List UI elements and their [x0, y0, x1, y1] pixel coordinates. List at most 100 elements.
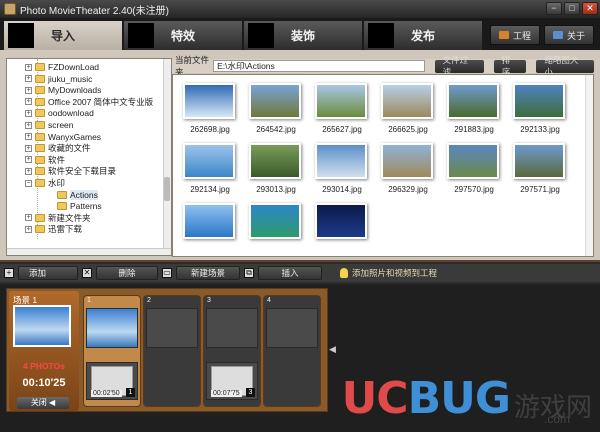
thumb-size-button[interactable]: 缩略图大小: [536, 55, 594, 77]
tree-hscrollbar[interactable]: [7, 248, 171, 255]
tree-item[interactable]: + jiuku_music: [25, 73, 92, 85]
grid-scrollbar[interactable]: [585, 75, 593, 256]
tree-item-label: Actions: [70, 189, 98, 200]
tree-scrollbar[interactable]: [163, 59, 171, 255]
photo-image: [513, 83, 565, 119]
storyboard: 场景 1 4 PHOTOs 00:10'25 关闭 ◀ 1 00:02'50 1 2 3…: [0, 284, 600, 432]
photo-thumbnail[interactable]: 292133.jpg: [507, 77, 573, 141]
photo-thumbnail[interactable]: 297570.jpg: [441, 137, 507, 201]
photo-image: [315, 143, 367, 179]
delete-button[interactable]: ✕ 删除: [82, 266, 158, 280]
tab-decoration[interactable]: 装饰: [244, 21, 362, 50]
tree-item[interactable]: + screen: [25, 119, 74, 131]
path-input[interactable]: E:\水印\Actions: [213, 60, 425, 72]
expand-icon[interactable]: +: [25, 167, 32, 175]
delete-icon: ✕: [82, 268, 92, 278]
sort-button[interactable]: 排序: [493, 55, 527, 77]
tab-decoration-icon: [248, 23, 274, 48]
tree-item[interactable]: +Patterns: [47, 200, 102, 212]
slot-photo[interactable]: [146, 308, 198, 348]
tab-effects[interactable]: 特效: [124, 21, 242, 50]
expand-icon[interactable]: +: [25, 109, 32, 117]
lightbulb-icon: [340, 268, 348, 278]
maximize-button[interactable]: □: [564, 2, 580, 15]
expand-icon[interactable]: +: [25, 98, 32, 106]
photo-thumbnail[interactable]: 266625.jpg: [375, 77, 441, 141]
photo-image: [315, 83, 367, 119]
tree-item[interactable]: + FZDownLoad: [25, 61, 99, 73]
tree-scroll-thumb[interactable]: [164, 177, 170, 201]
storyboard-slot[interactable]: 4: [263, 295, 321, 407]
tree-item[interactable]: + 软件安全下载目录: [25, 165, 116, 177]
expand-icon[interactable]: +: [25, 63, 32, 71]
tree-item[interactable]: + 软件: [25, 154, 65, 166]
photo-thumbnail[interactable]: 296329.jpg: [375, 137, 441, 201]
expand-icon[interactable]: +: [25, 144, 32, 152]
photo-thumbnail[interactable]: [309, 197, 375, 256]
slot-photo[interactable]: [266, 308, 318, 348]
new-scene-button[interactable]: ▭ 新建场景: [162, 266, 240, 280]
storyboard-slot[interactable]: 2: [143, 295, 201, 407]
slot-photo[interactable]: [206, 308, 258, 348]
storyboard-slot[interactable]: 3 00:07'75 3: [203, 295, 261, 407]
app-icon: [4, 3, 16, 15]
photo-thumbnail[interactable]: 293013.jpg: [243, 137, 309, 201]
tree-item[interactable]: + 新建文件夹: [25, 212, 91, 224]
hint-text: 添加照片和视频到工程: [340, 267, 437, 279]
photo-thumbnail[interactable]: 264542.jpg: [243, 77, 309, 141]
tab-publish[interactable]: 发布: [364, 21, 482, 50]
photo-image: [183, 83, 235, 119]
expand-icon[interactable]: +: [25, 86, 32, 94]
photo-filename: 297571.jpg: [520, 185, 560, 194]
photo-thumbnail[interactable]: 291883.jpg: [441, 77, 507, 141]
expand-icon[interactable]: +: [25, 133, 32, 141]
tree-item[interactable]: − 水印: [25, 177, 65, 189]
tree-item[interactable]: + Office 2007 简体中文专业版: [25, 96, 153, 108]
tree-item-label: 收藏的文件: [48, 143, 91, 154]
project-button[interactable]: 工程: [489, 25, 540, 45]
close-button[interactable]: ✕: [582, 2, 598, 15]
tree-item[interactable]: +Actions: [47, 189, 98, 201]
main-tabs: 导入 特效 装饰 发布 工程 关于: [0, 18, 600, 50]
insert-icon: ⧉: [244, 268, 254, 278]
storyboard-slot[interactable]: 1 00:02'50 1: [83, 295, 141, 407]
tree-item-label: oodownload: [48, 108, 94, 119]
collapse-arrow-icon[interactable]: ◀: [329, 344, 336, 355]
photo-thumbnail[interactable]: [243, 197, 309, 256]
collapse-icon[interactable]: −: [25, 179, 32, 187]
tab-import[interactable]: 导入: [4, 21, 122, 50]
tree-item-label: Patterns: [70, 201, 102, 212]
insert-button[interactable]: ⧉ 插入: [244, 266, 322, 280]
photo-thumbnail[interactable]: [177, 197, 243, 256]
photo-thumbnail[interactable]: 265627.jpg: [309, 77, 375, 141]
slot-photo[interactable]: [86, 308, 138, 348]
photo-thumbnail[interactable]: 297571.jpg: [507, 137, 573, 201]
expand-icon[interactable]: +: [25, 75, 32, 83]
scene-close-button[interactable]: 关闭 ◀: [17, 397, 69, 409]
folder-icon: [35, 144, 45, 153]
expand-icon[interactable]: +: [25, 156, 32, 164]
photo-thumbnail[interactable]: 293014.jpg: [309, 137, 375, 201]
photo-thumbnail[interactable]: 262698.jpg: [177, 77, 243, 141]
expand-icon[interactable]: +: [25, 225, 32, 233]
transition-badge: 1: [126, 388, 135, 397]
tree-item[interactable]: + oodownload: [25, 107, 94, 119]
slot-transition[interactable]: 00:02'50 1: [86, 362, 138, 400]
tree-item[interactable]: + WanyxGames: [25, 131, 101, 143]
photo-image: [513, 143, 565, 179]
slot-transition[interactable]: 00:07'75 3: [206, 362, 258, 400]
minimize-button[interactable]: −: [546, 2, 562, 15]
tree-item[interactable]: + 迅雷下载: [25, 223, 82, 235]
tree-item[interactable]: + MyDownloads: [25, 84, 101, 96]
add-button[interactable]: + 添加: [4, 266, 78, 280]
scene-card[interactable]: 场景 1 4 PHOTOs 00:10'25 关闭 ◀: [9, 291, 79, 411]
about-button[interactable]: 关于: [543, 25, 594, 45]
file-filter-button[interactable]: 文件过滤: [434, 55, 484, 77]
expand-icon[interactable]: +: [25, 121, 32, 129]
folder-tree[interactable]: + FZDownLoad + jiuku_music + MyDownloads + Offi…: [6, 58, 172, 256]
tree-item-label: Office 2007 简体中文专业版: [48, 96, 154, 107]
photo-thumbnail[interactable]: 292134.jpg: [177, 137, 243, 201]
transition-time: 00:07'75: [211, 390, 242, 397]
tree-item[interactable]: + 收藏的文件: [25, 142, 91, 154]
expand-icon[interactable]: +: [25, 214, 32, 222]
